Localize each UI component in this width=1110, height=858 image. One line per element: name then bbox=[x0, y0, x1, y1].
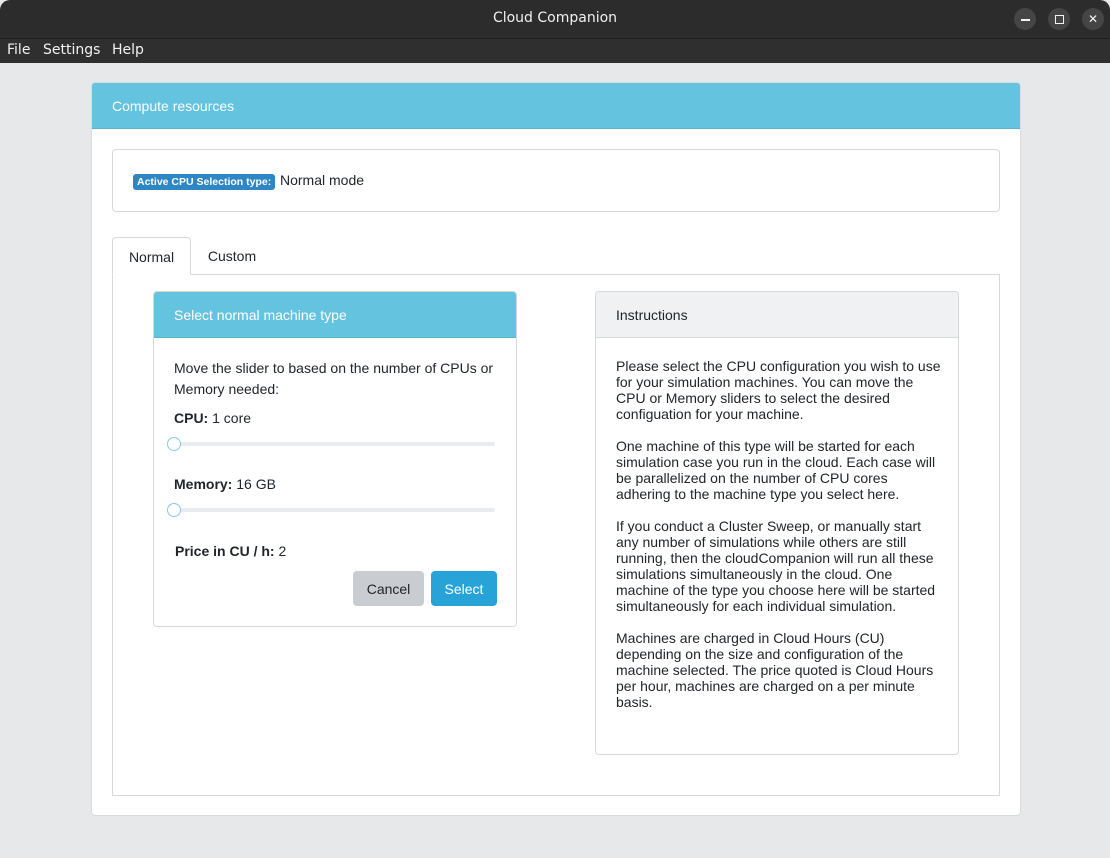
instructions-paragraph: Please select the CPU configuration you … bbox=[616, 358, 941, 422]
tab-content-normal: Select normal machine type Move the slid… bbox=[112, 274, 1000, 796]
window-title: Cloud Companion bbox=[492, 10, 618, 26]
cancel-button[interactable]: Cancel bbox=[353, 571, 424, 606]
status-badge: Active CPU Selection type: bbox=[133, 174, 276, 190]
menu-bar: File Settings Help bbox=[0, 38, 1110, 63]
tab-normal[interactable]: Normal bbox=[112, 237, 191, 275]
compute-resources-card: Compute resources Active CPU Selection t… bbox=[91, 82, 1021, 816]
panel-title: Select normal machine type bbox=[174, 307, 347, 323]
normal-machine-panel: Select normal machine type Move the slid… bbox=[153, 291, 517, 627]
cpu-selection-status: Active CPU Selection type: Normal mode bbox=[112, 149, 1000, 212]
instructions-paragraph: If you conduct a Cluster Sweep, or manua… bbox=[616, 518, 936, 614]
cpu-slider[interactable] bbox=[167, 437, 495, 451]
close-icon: ✕ bbox=[1087, 12, 1099, 26]
panel-header: Select normal machine type bbox=[154, 292, 516, 338]
memory-readout: Memory: 16 GB bbox=[174, 476, 276, 492]
minimize-button[interactable] bbox=[1014, 8, 1036, 30]
tab-custom[interactable]: Custom bbox=[191, 237, 273, 275]
panel-header: Instructions bbox=[596, 292, 958, 338]
instructions-panel: Instructions Please select the CPU confi… bbox=[595, 291, 959, 755]
price-label: Price in CU / h: bbox=[175, 543, 275, 559]
cpu-label: CPU: bbox=[174, 410, 209, 426]
status-value: Normal mode bbox=[280, 172, 365, 188]
maximize-button[interactable] bbox=[1048, 8, 1070, 30]
memory-label: Memory: bbox=[174, 476, 233, 492]
instructions-paragraph: One machine of this type will be started… bbox=[616, 438, 936, 502]
cpu-value: 1 core bbox=[212, 410, 252, 426]
memory-slider-handle[interactable] bbox=[167, 503, 181, 517]
card-title: Compute resources bbox=[112, 98, 235, 114]
memory-value: 16 GB bbox=[236, 476, 276, 492]
menu-file[interactable]: File bbox=[7, 42, 30, 58]
menu-settings[interactable]: Settings bbox=[43, 42, 100, 58]
cpu-readout: CPU: 1 core bbox=[174, 410, 251, 426]
minimize-icon bbox=[1020, 19, 1030, 21]
menu-help[interactable]: Help bbox=[112, 42, 144, 58]
instructions-paragraph: Machines are charged in Cloud Hours (CU)… bbox=[616, 630, 934, 710]
select-button[interactable]: Select bbox=[431, 571, 497, 606]
price-value: 2 bbox=[278, 543, 287, 559]
instructions-title: Instructions bbox=[616, 307, 688, 323]
cpu-slider-handle[interactable] bbox=[167, 437, 181, 451]
card-header: Compute resources bbox=[92, 83, 1020, 129]
price-readout: Price in CU / h: 2 bbox=[175, 543, 286, 559]
maximize-icon bbox=[1054, 14, 1064, 24]
window-titlebar: Cloud Companion ✕ bbox=[0, 0, 1110, 38]
memory-slider[interactable] bbox=[167, 503, 495, 517]
slider-description: Move the slider to based on the number o… bbox=[174, 360, 494, 397]
instructions-text: Please select the CPU configuration you … bbox=[616, 358, 944, 726]
close-button[interactable]: ✕ bbox=[1082, 8, 1104, 30]
